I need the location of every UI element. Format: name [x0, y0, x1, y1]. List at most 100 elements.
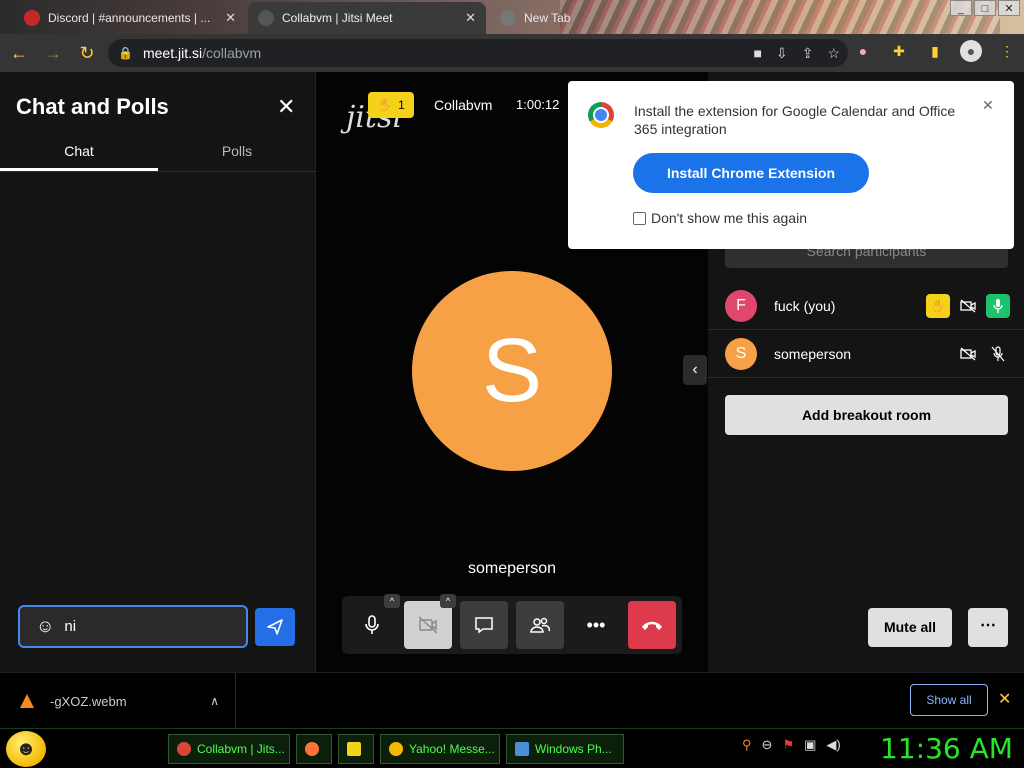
camera-icon[interactable]: ■: [754, 45, 762, 62]
send-icon: [267, 619, 283, 635]
toolbar-extensions: ● ✚ ▮ ● ⋮: [852, 40, 1018, 62]
reload-icon[interactable]: ↻: [72, 38, 102, 68]
show-all-button[interactable]: Show all: [910, 684, 988, 716]
system-tray: ⚲ ⊖ ⚑ ▣ ◀): [742, 737, 841, 753]
chat-bubble-icon: [475, 617, 493, 634]
maximize-icon[interactable]: □: [974, 0, 996, 16]
taskbar-item-firefox[interactable]: [296, 734, 332, 764]
chrome-icon: [177, 742, 191, 756]
volume-icon[interactable]: ◀): [826, 737, 840, 753]
photo-viewer-icon: [515, 742, 529, 756]
discord-icon: [24, 10, 40, 26]
network-icon[interactable]: ▣: [804, 737, 816, 753]
emoji-icon[interactable]: ☺: [36, 616, 54, 637]
participant-name: someperson: [774, 345, 852, 362]
extensions-puzzle-icon[interactable]: ✚: [888, 40, 910, 62]
chat-panel-title: Chat and Polls: [16, 94, 169, 119]
hangup-button[interactable]: [628, 601, 676, 649]
vlc-cone-icon: [20, 694, 34, 708]
back-icon[interactable]: ←: [4, 38, 34, 68]
taskbar-item-explorer[interactable]: [338, 734, 374, 764]
download-filename: -gXOZ.webm: [50, 693, 127, 709]
participant-row[interactable]: S someperson: [708, 330, 1024, 378]
yahoo-smiley-icon: [389, 742, 403, 756]
minimize-icon[interactable]: _: [950, 0, 972, 16]
close-popup-icon[interactable]: ✕: [982, 97, 994, 114]
tab-discord[interactable]: Discord | #announcements | ... ✕: [14, 2, 246, 34]
bookmark-star-icon[interactable]: ☆: [827, 45, 840, 62]
side-panel-icon[interactable]: ▮: [924, 40, 946, 62]
chat-message-input[interactable]: ☺ ni: [18, 605, 248, 648]
participants-button[interactable]: [516, 601, 564, 649]
raised-hand-icon: ✋: [926, 293, 950, 318]
tray-circle-icon[interactable]: ⊖: [762, 737, 773, 753]
mic-options-caret[interactable]: ^: [384, 594, 400, 608]
install-extension-button[interactable]: Install Chrome Extension: [633, 153, 869, 193]
camera-button[interactable]: [404, 601, 452, 649]
close-download-bar-icon[interactable]: ✕: [998, 689, 1011, 709]
participant-row[interactable]: F fuck (you) ✋: [708, 282, 1024, 330]
dont-show-checkbox[interactable]: Don't show me this again: [633, 210, 807, 226]
raised-hands-badge[interactable]: ✋ 1: [368, 92, 414, 118]
profile-flag-icon[interactable]: ●: [852, 40, 874, 62]
flag-icon[interactable]: ⚑: [782, 737, 794, 753]
mic-button[interactable]: [348, 601, 396, 649]
camera-off-icon: [418, 616, 438, 634]
install-app-icon[interactable]: ⇩: [776, 45, 788, 62]
participants-more-button[interactable]: ⋯: [968, 608, 1008, 647]
checkbox-icon[interactable]: [633, 211, 646, 225]
account-avatar-icon[interactable]: ●: [960, 40, 982, 62]
window-controls: _ □ ✕: [950, 0, 1020, 16]
download-item[interactable]: -gXOZ.webm ∧: [0, 673, 236, 729]
lock-icon[interactable]: 🔒: [118, 46, 133, 60]
participants-icon: [530, 617, 550, 633]
browser-toolbar: ← → ↻ 🔒 meet.jit.si/collabvm ■ ⇩ ⇪ ☆ ● ✚…: [0, 34, 1024, 72]
chat-panel: Chat and Polls ✕ Chat Polls ☺ ni: [0, 72, 316, 672]
more-actions-button[interactable]: •••: [572, 601, 620, 649]
microphone-on-icon: [986, 293, 1010, 318]
search-icon[interactable]: ⚲: [742, 737, 752, 753]
taskbar-item-chrome[interactable]: Collabvm | Jits...: [168, 734, 290, 764]
tab-polls[interactable]: Polls: [158, 132, 316, 171]
browser-tab-strip: Discord | #announcements | ... ✕ Collabv…: [0, 0, 1024, 34]
speaker-avatar: S: [412, 271, 612, 471]
tab-collabvm[interactable]: Collabvm | Jitsi Meet ✕: [248, 2, 486, 34]
close-chat-icon[interactable]: ✕: [277, 94, 295, 120]
firefox-icon: [305, 742, 319, 756]
download-bar: -gXOZ.webm ∧ Show all ✕: [0, 672, 1024, 729]
clock[interactable]: 11:36 AM: [880, 732, 1013, 765]
chevron-up-icon[interactable]: ∧: [210, 694, 219, 708]
forward-icon[interactable]: →: [38, 38, 68, 68]
taskbar-item-photos[interactable]: Windows Ph...: [506, 734, 624, 764]
close-icon[interactable]: ✕: [465, 10, 476, 26]
share-icon[interactable]: ⇪: [802, 45, 814, 62]
collapse-chevron-left-icon[interactable]: ‹: [683, 355, 707, 385]
mute-all-button[interactable]: Mute all: [868, 608, 952, 647]
tab-chat[interactable]: Chat: [0, 132, 158, 171]
microphone-muted-icon: [986, 342, 1010, 366]
camera-off-icon: [956, 342, 980, 366]
tab-new[interactable]: New Tab: [490, 2, 650, 34]
screen: Discord | #announcements | ... ✕ Collabv…: [0, 0, 1024, 768]
meeting-toolbar: ^ ^ •••: [342, 594, 682, 654]
chat-tabs: Chat Polls: [0, 132, 316, 172]
more-dots-icon: •••: [586, 614, 606, 635]
chat-button[interactable]: [460, 601, 508, 649]
folder-icon: [347, 742, 361, 756]
send-button[interactable]: [255, 608, 295, 646]
menu-kebab-icon[interactable]: ⋮: [996, 40, 1018, 62]
start-button-smiley-icon[interactable]: ☻: [6, 731, 46, 767]
address-bar[interactable]: 🔒 meet.jit.si/collabvm ■ ⇩ ⇪ ☆: [108, 39, 848, 67]
meeting-timer: 1:00:12: [516, 97, 560, 112]
add-breakout-room-button[interactable]: Add breakout room: [725, 395, 1008, 435]
close-window-icon[interactable]: ✕: [998, 0, 1020, 16]
popup-message: Install the extension for Google Calenda…: [634, 103, 956, 137]
participant-name: fuck (you): [774, 297, 836, 314]
camera-options-caret[interactable]: ^: [440, 594, 456, 608]
taskbar-item-yahoo[interactable]: Yahoo! Messe...: [380, 734, 500, 764]
jitsi-app: Chat and Polls ✕ Chat Polls ☺ ni jitsi ✋…: [0, 72, 1024, 672]
taskbar: ☻ Collabvm | Jits... Yahoo! Messe... Win…: [0, 728, 1024, 768]
hangup-phone-icon: [642, 621, 662, 630]
camera-off-icon: [956, 294, 980, 318]
close-icon[interactable]: ✕: [225, 10, 236, 26]
